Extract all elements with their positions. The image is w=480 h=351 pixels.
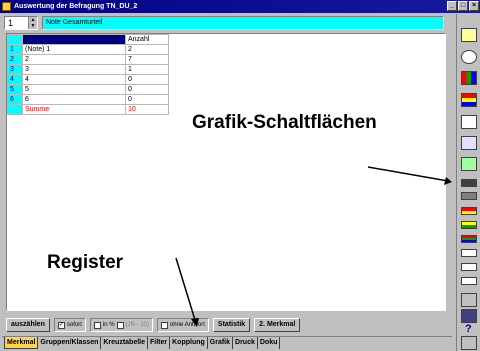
arrow-grafik [367, 166, 449, 182]
arrow-grafik-head [444, 177, 452, 185]
annotation-arrows [175, 166, 452, 327]
arrow-register [175, 257, 196, 321]
arrow-register-head [191, 318, 199, 327]
app-window: Auswertung der Befragung TN_DU_2 _ □ × 1… [0, 0, 480, 351]
